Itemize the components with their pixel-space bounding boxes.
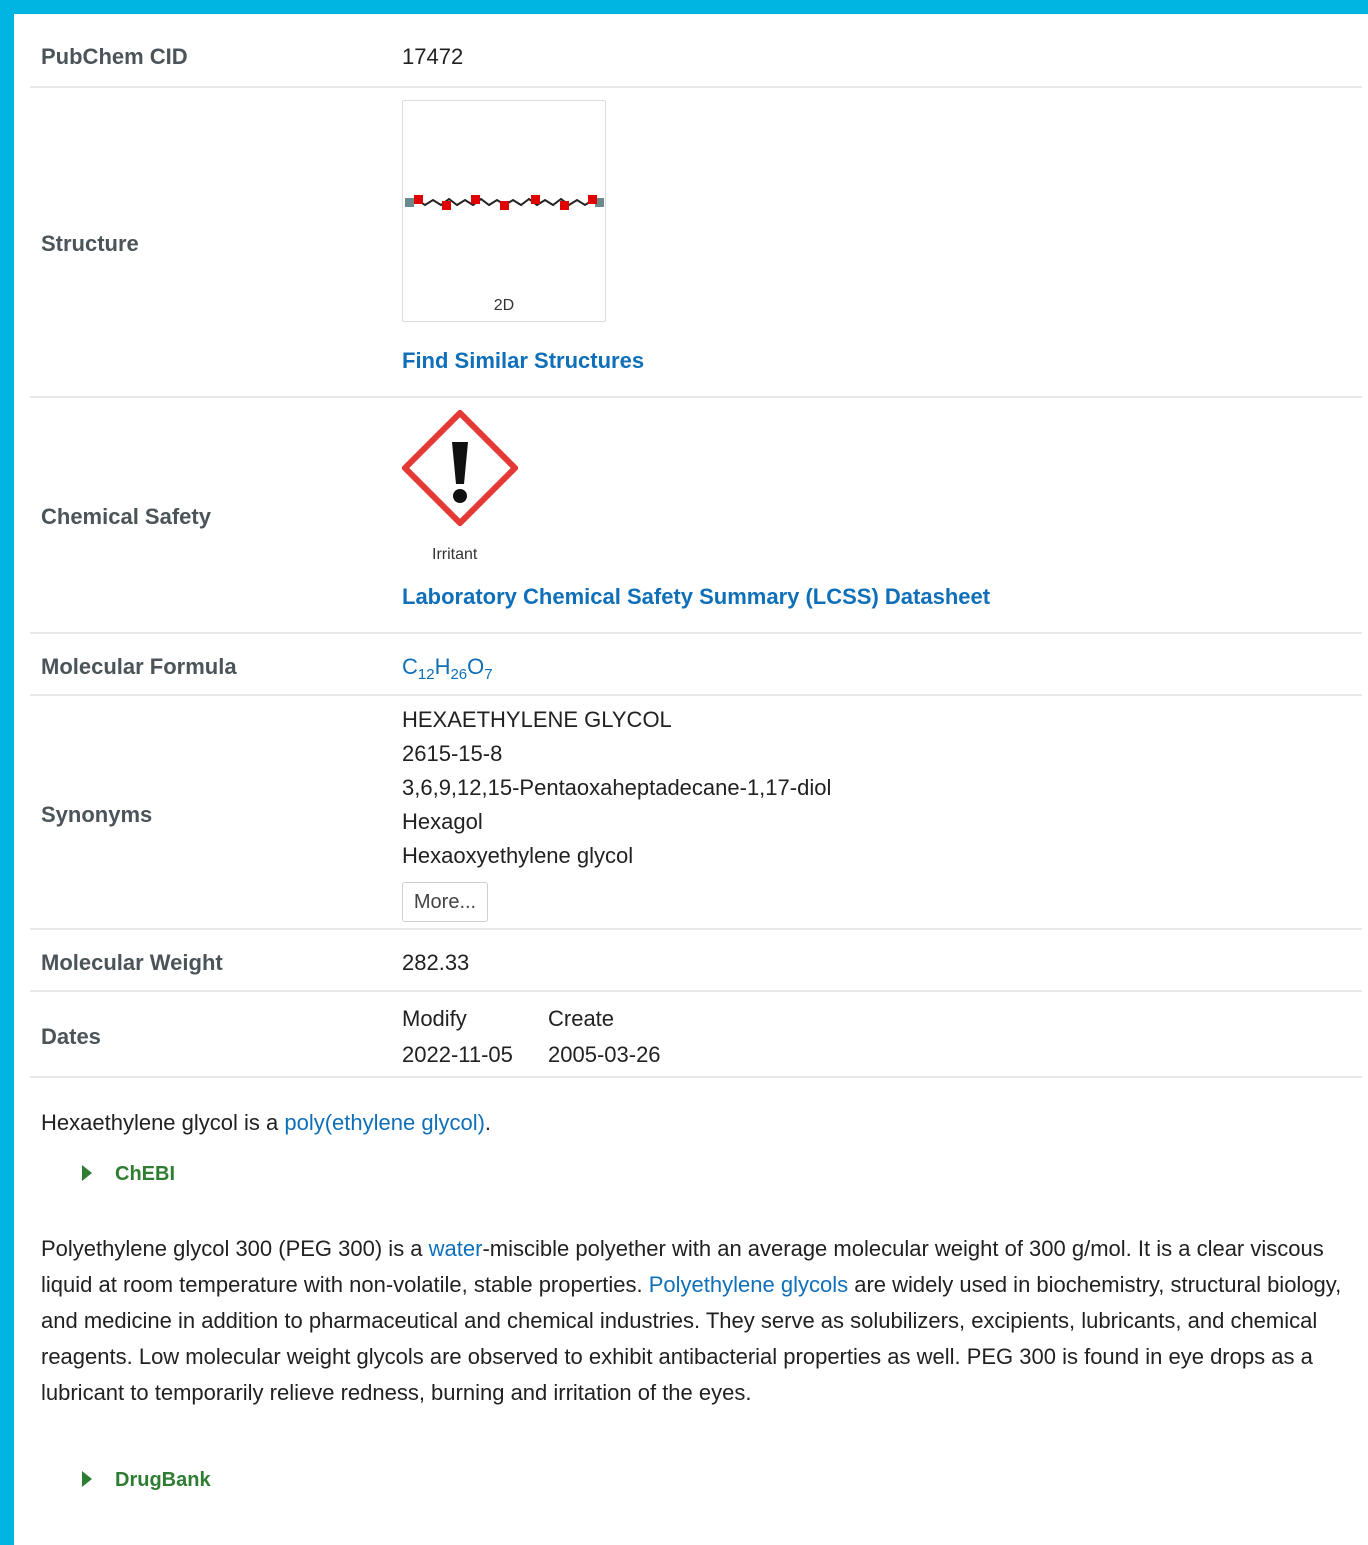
create-date: 2005-03-26 <box>548 1042 661 1067</box>
description-drugbank: Polyethylene glycol 300 (PEG 300) is a w… <box>41 1236 1342 1405</box>
molecular-formula-link[interactable]: C12H26O7 <box>402 654 493 683</box>
synonym-item: Hexagol <box>402 809 483 834</box>
molecular-weight-row: Molecular Weight 282.33 <box>30 930 1362 992</box>
synonym-item: Hexaoxyethylene glycol <box>402 843 634 868</box>
chemical-safety-label: Chemical Safety <box>41 504 211 529</box>
structure-label: Structure <box>41 231 139 256</box>
description-chebi: Hexaethylene glycol is a poly(ethylene g… <box>41 1110 492 1135</box>
dates-row: Dates Modify Create 2022-11-05 2005-03-2… <box>30 992 1362 1078</box>
synonyms-label: Synonyms <box>41 802 153 827</box>
irritant-caption: Irritant <box>432 546 478 563</box>
synonym-item: HEXAETHYLENE GLYCOL <box>402 707 672 732</box>
synonyms-list: HEXAETHYLENE GLYCOL 2615-15-8 3,6,9,12,1… <box>402 703 831 873</box>
triangle-right-icon <box>82 1165 92 1181</box>
create-label: Create <box>548 1006 615 1031</box>
cid-row: PubChem CID 17472 <box>30 26 1362 88</box>
find-similar-structures-link[interactable]: Find Similar Structures <box>402 348 644 374</box>
cid-value: 17472 <box>402 44 464 69</box>
poly-ethylene-glycol-link[interactable]: poly(ethylene glycol) <box>284 1110 485 1135</box>
modify-date: 2022-11-05 <box>402 1042 513 1067</box>
modify-label: Modify <box>402 1006 467 1031</box>
exclamation-mark-pictogram-icon[interactable] <box>402 410 518 526</box>
more-synonyms-button[interactable]: More... <box>402 882 488 922</box>
polyethylene-glycols-link[interactable]: Polyethylene glycols <box>649 1272 848 1297</box>
molecular-formula-row: Molecular Formula C12H26O7 <box>30 634 1362 696</box>
molecule-2d-drawing <box>405 195 604 210</box>
synonym-item: 3,6,9,12,15-Pentaoxaheptadecane-1,17-dio… <box>402 775 832 800</box>
chebi-source-toggle[interactable]: ChEBI <box>82 1163 175 1186</box>
structure-row: Structure 2D Find Similar Structures <box>30 88 1362 398</box>
structure-caption: 2D <box>493 297 515 314</box>
molecular-weight-label: Molecular Weight <box>41 950 223 975</box>
chemical-safety-row: Chemical Safety Irritant Laboratory Chem… <box>30 398 1362 634</box>
synonym-item: 2615-15-8 <box>402 741 503 766</box>
structure-2d-image[interactable]: 2D <box>402 100 606 322</box>
molecular-formula-label: Molecular Formula <box>41 654 237 679</box>
panel-top-border <box>0 0 1368 14</box>
synonyms-row: Synonyms HEXAETHYLENE GLYCOL 2615-15-8 3… <box>30 696 1362 930</box>
lcss-datasheet-link[interactable]: Laboratory Chemical Safety Summary (LCSS… <box>402 584 990 610</box>
water-link[interactable]: water <box>429 1236 483 1261</box>
panel-left-border <box>0 0 14 1545</box>
triangle-right-icon <box>82 1471 92 1487</box>
dates-label: Dates <box>41 1024 101 1049</box>
drugbank-source-toggle[interactable]: DrugBank <box>82 1469 211 1492</box>
molecular-weight-value: 282.33 <box>402 950 470 975</box>
cid-label: PubChem CID <box>41 44 188 69</box>
